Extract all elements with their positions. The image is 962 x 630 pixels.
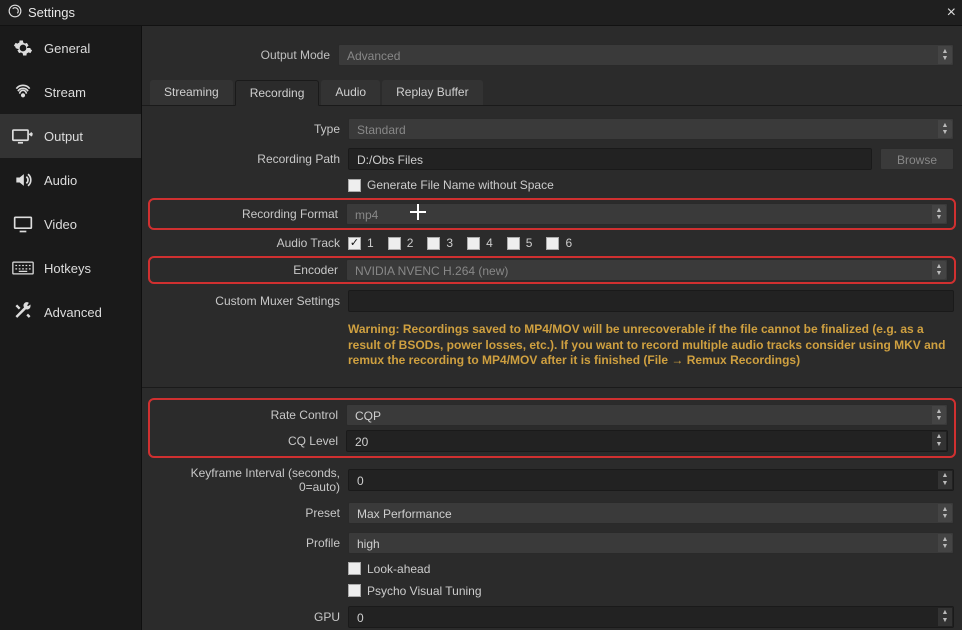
tab-streaming[interactable]: Streaming (150, 80, 233, 105)
cq-level-input[interactable]: 20 ▲▼ (346, 430, 948, 452)
profile-select[interactable]: high ▲▼ (348, 532, 954, 554)
gear-icon (12, 38, 34, 58)
gpu-input[interactable]: 0 ▲▼ (348, 606, 954, 628)
tab-replay-buffer[interactable]: Replay Buffer (382, 80, 483, 105)
sidebar-item-label: Output (44, 129, 83, 144)
output-mode-label: Output Mode (150, 48, 330, 62)
audio-track-6-checkbox[interactable] (546, 237, 559, 250)
spin-icon[interactable]: ▲▼ (938, 534, 952, 552)
sidebar-item-label: Stream (44, 85, 86, 100)
psycho-checkbox[interactable] (348, 584, 361, 597)
sidebar-item-label: Advanced (44, 305, 102, 320)
preset-select[interactable]: Max Performance ▲▼ (348, 502, 954, 524)
spin-icon[interactable]: ▲▼ (938, 504, 952, 522)
recording-path-input[interactable]: D:/Obs Files (348, 148, 872, 170)
profile-label: Profile (150, 536, 340, 550)
tab-recording[interactable]: Recording (235, 80, 320, 106)
spin-icon[interactable]: ▲▼ (932, 406, 946, 424)
sidebar-item-output[interactable]: Output (0, 114, 141, 158)
keyboard-icon (12, 258, 34, 278)
encoder-label: Encoder (156, 263, 338, 277)
spin-icon[interactable]: ▲▼ (932, 432, 946, 450)
rate-control-select[interactable]: CQP ▲▼ (346, 404, 948, 426)
preset-label: Preset (150, 506, 340, 520)
generate-filename-label: Generate File Name without Space (367, 178, 554, 192)
audio-track-4-checkbox[interactable] (467, 237, 480, 250)
keyframe-input[interactable]: 0 ▲▼ (348, 469, 954, 491)
audio-track-3-checkbox[interactable] (427, 237, 440, 250)
sidebar-item-label: General (44, 41, 90, 56)
gpu-label: GPU (150, 610, 340, 624)
sidebar-item-label: Video (44, 217, 77, 232)
encoder-select[interactable]: NVIDIA NVENC H.264 (new) ▲▼ (346, 259, 948, 281)
sidebar-item-video[interactable]: Video (0, 202, 141, 246)
type-select[interactable]: Standard ▲▼ (348, 118, 954, 140)
browse-button[interactable]: Browse (880, 148, 954, 170)
monitor-icon (12, 214, 34, 234)
sidebar-item-audio[interactable]: Audio (0, 158, 141, 202)
format-warning: Warning: Recordings saved to MP4/MOV wil… (348, 320, 954, 379)
lookahead-checkbox[interactable] (348, 562, 361, 575)
audio-track-label: Audio Track (150, 236, 340, 250)
spin-icon[interactable]: ▲▼ (932, 205, 946, 223)
lookahead-label: Look-ahead (367, 562, 430, 576)
window-title: Settings (28, 5, 75, 20)
output-tabs: Streaming Recording Audio Replay Buffer (142, 80, 962, 106)
sidebar-item-stream[interactable]: Stream (0, 70, 141, 114)
cq-level-label: CQ Level (156, 434, 338, 448)
spin-icon[interactable]: ▲▼ (938, 608, 952, 626)
monitor-output-icon (12, 126, 34, 146)
recording-path-label: Recording Path (150, 152, 340, 166)
rate-control-label: Rate Control (156, 408, 338, 422)
tools-icon (12, 302, 34, 322)
spin-icon[interactable]: ▲▼ (938, 46, 952, 64)
psycho-label: Psycho Visual Tuning (367, 584, 482, 598)
audio-track-5-checkbox[interactable] (507, 237, 520, 250)
content-panel: Output Mode Advanced ▲▼ Streaming Record… (142, 26, 962, 630)
highlight-encoder: Encoder NVIDIA NVENC H.264 (new) ▲▼ (148, 256, 956, 284)
sidebar-item-advanced[interactable]: Advanced (0, 290, 141, 334)
sidebar-item-label: Audio (44, 173, 77, 188)
antenna-icon (12, 82, 34, 102)
sidebar-item-hotkeys[interactable]: Hotkeys (0, 246, 141, 290)
sidebar: General Stream Output Audio Video (0, 26, 142, 630)
audio-track-2-checkbox[interactable] (388, 237, 401, 250)
recording-format-select[interactable]: mp4 ▲▼ (346, 203, 948, 225)
sidebar-item-label: Hotkeys (44, 261, 91, 276)
speaker-icon (12, 170, 34, 190)
generate-filename-checkbox[interactable] (348, 179, 361, 192)
highlight-recording-format: Recording Format mp4 ▲▼ (148, 198, 956, 230)
obs-logo-icon (8, 4, 22, 21)
audio-track-1-checkbox[interactable]: ✓ (348, 237, 361, 250)
spin-icon[interactable]: ▲▼ (938, 120, 952, 138)
type-label: Type (150, 122, 340, 136)
keyframe-label: Keyframe Interval (seconds, 0=auto) (150, 466, 340, 494)
tab-audio[interactable]: Audio (321, 80, 380, 105)
recording-format-label: Recording Format (156, 207, 338, 221)
muxer-label: Custom Muxer Settings (150, 294, 340, 308)
output-mode-select[interactable]: Advanced ▲▼ (338, 44, 954, 66)
spin-icon[interactable]: ▲▼ (938, 471, 952, 489)
spin-icon[interactable]: ▲▼ (932, 261, 946, 279)
sidebar-item-general[interactable]: General (0, 26, 141, 70)
muxer-input[interactable] (348, 290, 954, 312)
highlight-rate-control: Rate Control CQP ▲▼ CQ Level 20 ▲▼ (148, 398, 956, 458)
close-button[interactable]: × (947, 4, 956, 22)
